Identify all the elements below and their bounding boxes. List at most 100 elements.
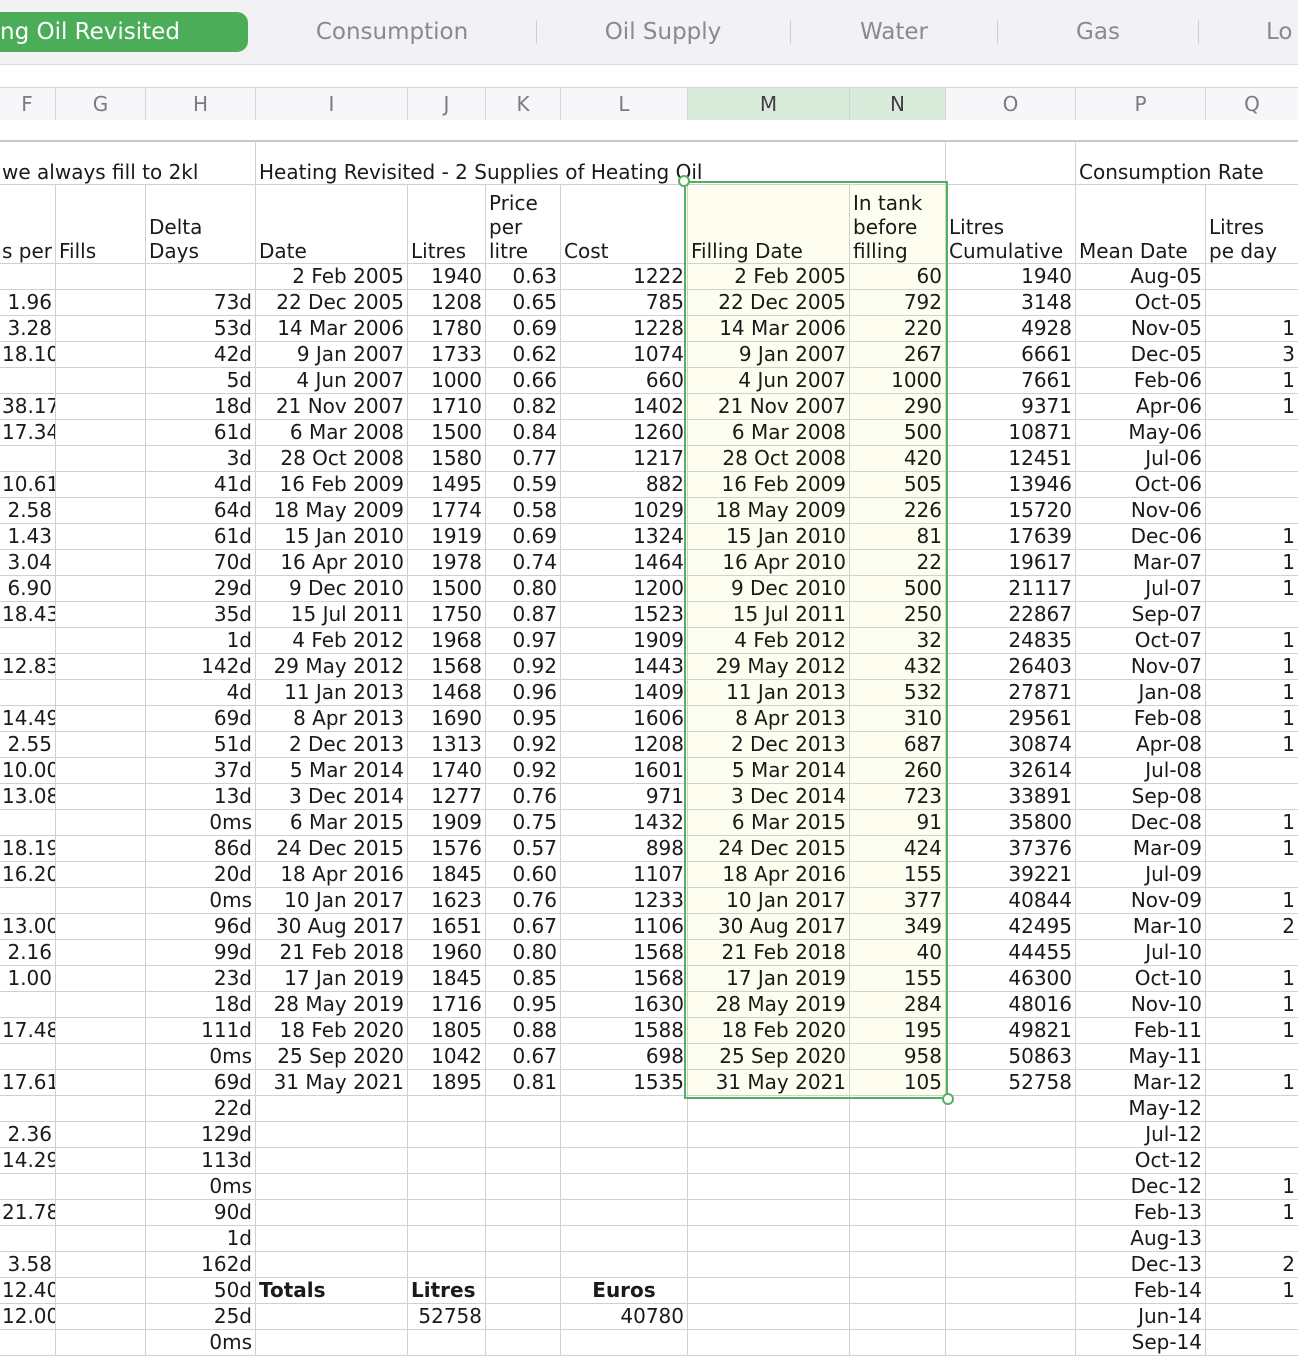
cell-litres[interactable]: 1895 bbox=[408, 1070, 486, 1096]
cell[interactable] bbox=[408, 1096, 486, 1122]
cell-cost[interactable]: 785 bbox=[561, 290, 688, 316]
cell-in-tank[interactable]: 687 bbox=[850, 732, 946, 758]
cell-cumulative[interactable]: 49821 bbox=[946, 1018, 1076, 1044]
cell-litres[interactable]: 1313 bbox=[408, 732, 486, 758]
cell-litres-per-day[interactable]: 1 bbox=[1206, 732, 1298, 758]
cell-date[interactable]: 10 Jan 2017 bbox=[256, 888, 408, 914]
cell-price[interactable]: 0.69 bbox=[486, 524, 561, 550]
cell-f[interactable]: 3.04 bbox=[0, 550, 56, 576]
cell-mean-date[interactable]: Feb-06 bbox=[1076, 368, 1206, 394]
cell[interactable] bbox=[946, 1096, 1076, 1122]
cell-delta-days[interactable]: 70d bbox=[146, 550, 256, 576]
column-heading-l[interactable]: Cost bbox=[561, 185, 688, 264]
cell-mean-date[interactable]: Oct-10 bbox=[1076, 966, 1206, 992]
cell-price[interactable]: 0.80 bbox=[486, 940, 561, 966]
cell-delta-days[interactable]: 90d bbox=[146, 1200, 256, 1226]
cell-date[interactable]: 17 Jan 2019 bbox=[256, 966, 408, 992]
cell-cumulative[interactable]: 44455 bbox=[946, 940, 1076, 966]
cell-filling-date[interactable]: 3 Dec 2014 bbox=[688, 784, 850, 810]
cell-litres-per-day[interactable]: 1 bbox=[1206, 654, 1298, 680]
cell[interactable] bbox=[946, 1330, 1076, 1356]
cell-filling-date[interactable]: 22 Dec 2005 bbox=[688, 290, 850, 316]
cell-litres-per-day[interactable] bbox=[1206, 1122, 1298, 1148]
cell-f[interactable]: 18.19 bbox=[0, 836, 56, 862]
cell-litres-per-day[interactable]: 1 bbox=[1206, 992, 1298, 1018]
cell-delta-days[interactable]: 73d bbox=[146, 290, 256, 316]
cell[interactable] bbox=[256, 1096, 408, 1122]
cell-litres-per-day[interactable]: 1 bbox=[1206, 1200, 1298, 1226]
cell-delta-days[interactable]: 129d bbox=[146, 1122, 256, 1148]
cell-f[interactable] bbox=[0, 888, 56, 914]
cell-cumulative[interactable]: 52758 bbox=[946, 1070, 1076, 1096]
cell-cumulative[interactable]: 1940 bbox=[946, 264, 1076, 290]
cell-date[interactable]: 8 Apr 2013 bbox=[256, 706, 408, 732]
cell-litres-per-day[interactable]: 1 bbox=[1206, 966, 1298, 992]
column-heading-m[interactable]: Filling Date bbox=[688, 185, 850, 264]
cell-price[interactable]: 0.82 bbox=[486, 394, 561, 420]
cell-filling-date[interactable]: 6 Mar 2015 bbox=[688, 810, 850, 836]
cell-cost[interactable]: 1909 bbox=[561, 628, 688, 654]
cell-cost[interactable]: 971 bbox=[561, 784, 688, 810]
totals-litres-value[interactable]: 52758 bbox=[408, 1304, 486, 1330]
cell[interactable] bbox=[688, 1252, 850, 1278]
cell-cost[interactable]: 1233 bbox=[561, 888, 688, 914]
cell-in-tank[interactable]: 250 bbox=[850, 602, 946, 628]
cell-g[interactable] bbox=[56, 420, 146, 446]
cell-in-tank[interactable]: 432 bbox=[850, 654, 946, 680]
cell-litres-per-day[interactable] bbox=[1206, 446, 1298, 472]
cell-g[interactable] bbox=[56, 1226, 146, 1252]
cell-filling-date[interactable]: 24 Dec 2015 bbox=[688, 836, 850, 862]
cell-date[interactable]: 14 Mar 2006 bbox=[256, 316, 408, 342]
cell-litres-per-day[interactable]: 1 bbox=[1206, 368, 1298, 394]
cell-mean-date[interactable]: Dec-13 bbox=[1076, 1252, 1206, 1278]
cell-f[interactable] bbox=[0, 368, 56, 394]
cell-litres[interactable]: 1277 bbox=[408, 784, 486, 810]
cell-price[interactable]: 0.74 bbox=[486, 550, 561, 576]
cell-cumulative[interactable]: 12451 bbox=[946, 446, 1076, 472]
cell[interactable] bbox=[688, 1174, 850, 1200]
cell-mean-date[interactable]: Oct-12 bbox=[1076, 1148, 1206, 1174]
cell-delta-days[interactable]: 69d bbox=[146, 706, 256, 732]
cell-f[interactable]: 12.40 bbox=[0, 1278, 56, 1304]
cell-litres[interactable]: 1960 bbox=[408, 940, 486, 966]
cell-f[interactable] bbox=[0, 1226, 56, 1252]
cell-cost[interactable]: 898 bbox=[561, 836, 688, 862]
cell-litres-per-day[interactable]: 1 bbox=[1206, 810, 1298, 836]
cell-cumulative[interactable]: 24835 bbox=[946, 628, 1076, 654]
cell-mean-date[interactable]: Jul-09 bbox=[1076, 862, 1206, 888]
cell-date[interactable]: 6 Mar 2008 bbox=[256, 420, 408, 446]
cell-filling-date[interactable]: 31 May 2021 bbox=[688, 1070, 850, 1096]
cell-litres-per-day[interactable]: 1 bbox=[1206, 550, 1298, 576]
cell-f[interactable]: 1.96 bbox=[0, 290, 56, 316]
cell-cumulative[interactable]: 30874 bbox=[946, 732, 1076, 758]
cell-f[interactable]: 21.78 bbox=[0, 1200, 56, 1226]
cell-cumulative[interactable]: 3148 bbox=[946, 290, 1076, 316]
cell-f[interactable] bbox=[0, 446, 56, 472]
cell-date[interactable]: 21 Nov 2007 bbox=[256, 394, 408, 420]
cell-in-tank[interactable]: 310 bbox=[850, 706, 946, 732]
cell-delta-days[interactable]: 111d bbox=[146, 1018, 256, 1044]
cell-f[interactable]: 17.48 bbox=[0, 1018, 56, 1044]
cell-g[interactable] bbox=[56, 550, 146, 576]
cell-litres[interactable]: 1919 bbox=[408, 524, 486, 550]
cell-delta-days[interactable]: 0ms bbox=[146, 1044, 256, 1070]
cell-date[interactable]: 24 Dec 2015 bbox=[256, 836, 408, 862]
cell-in-tank[interactable]: 532 bbox=[850, 680, 946, 706]
cell-litres[interactable]: 1576 bbox=[408, 836, 486, 862]
cell-litres[interactable]: 1750 bbox=[408, 602, 486, 628]
cell-date[interactable]: 4 Feb 2012 bbox=[256, 628, 408, 654]
cell-in-tank[interactable]: 195 bbox=[850, 1018, 946, 1044]
cell-litres-per-day[interactable] bbox=[1206, 602, 1298, 628]
cell-mean-date[interactable]: Sep-08 bbox=[1076, 784, 1206, 810]
cell-g[interactable] bbox=[56, 498, 146, 524]
cell-g[interactable] bbox=[56, 472, 146, 498]
cell-cumulative[interactable]: 9371 bbox=[946, 394, 1076, 420]
cell-filling-date[interactable]: 9 Dec 2010 bbox=[688, 576, 850, 602]
cell-g[interactable] bbox=[56, 706, 146, 732]
cell[interactable] bbox=[561, 1122, 688, 1148]
cell-date[interactable]: 2 Feb 2005 bbox=[256, 264, 408, 290]
cell-litres-per-day[interactable]: 1 bbox=[1206, 1278, 1298, 1304]
cell-price[interactable]: 0.92 bbox=[486, 732, 561, 758]
cell-f[interactable]: 10.00 bbox=[0, 758, 56, 784]
cell-in-tank[interactable]: 226 bbox=[850, 498, 946, 524]
